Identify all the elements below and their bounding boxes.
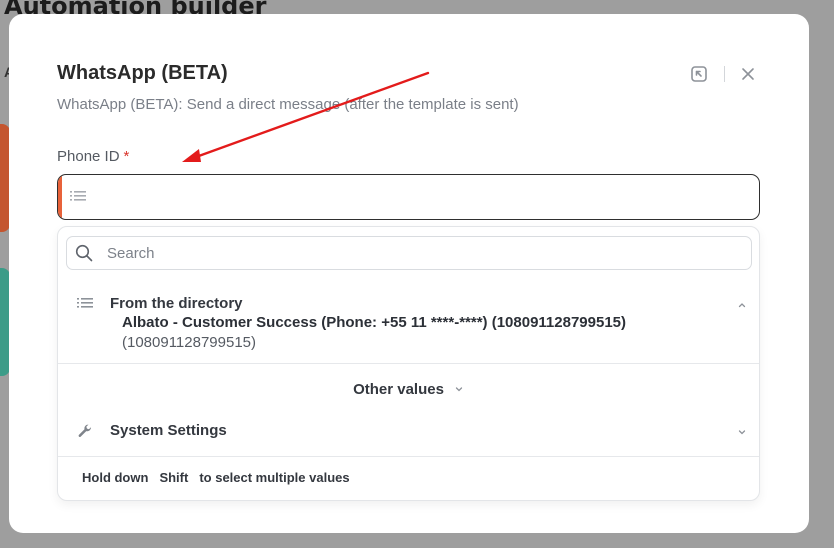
group-label: From the directory <box>110 295 243 312</box>
footer-suffix: to select multiple values <box>199 470 350 485</box>
option-albato-customer-success[interactable]: Albato - Customer Success (Phone: +55 11… <box>122 313 742 353</box>
list-icon <box>77 296 93 315</box>
option-id: (108091128799515) <box>122 334 257 351</box>
wrench-icon <box>77 423 93 444</box>
modal-subtitle: WhatsApp (BETA): Send a direct message (… <box>57 96 519 113</box>
divider <box>58 363 759 364</box>
phone-id-label: Phone ID * <box>57 148 129 165</box>
phone-id-label-text: Phone ID <box>57 148 120 165</box>
option-name: Albato - Customer Success (Phone: +55 11… <box>122 314 627 331</box>
select-accent-bar <box>58 175 62 219</box>
expand-icon[interactable] <box>689 64 709 84</box>
group-system-settings[interactable]: System Settings <box>58 416 759 446</box>
search-icon <box>75 244 93 267</box>
close-icon[interactable] <box>738 64 758 84</box>
phone-id-dropdown: From the directory Albato - Customer Suc… <box>57 226 760 501</box>
list-icon <box>70 189 86 208</box>
search-box <box>66 236 752 270</box>
chevron-down-icon <box>454 384 464 394</box>
footer-hint: Hold down Shift to select multiple value… <box>82 470 350 485</box>
modal-title: WhatsApp (BETA) <box>57 62 228 84</box>
divider <box>58 456 759 457</box>
chevron-down-icon[interactable] <box>737 424 747 442</box>
phone-id-select[interactable] <box>57 174 760 220</box>
footer-prefix: Hold down <box>82 470 149 485</box>
system-settings-label: System Settings <box>110 422 227 439</box>
other-values-toggle[interactable]: Other values <box>58 372 759 406</box>
search-input[interactable] <box>107 237 737 269</box>
modal-dialog: WhatsApp (BETA) WhatsApp (BETA): Send a … <box>9 14 809 533</box>
other-values-label: Other values <box>353 380 444 398</box>
required-mark: * <box>123 148 130 165</box>
shift-key-hint: Shift <box>159 470 189 485</box>
header-separator <box>724 66 725 82</box>
